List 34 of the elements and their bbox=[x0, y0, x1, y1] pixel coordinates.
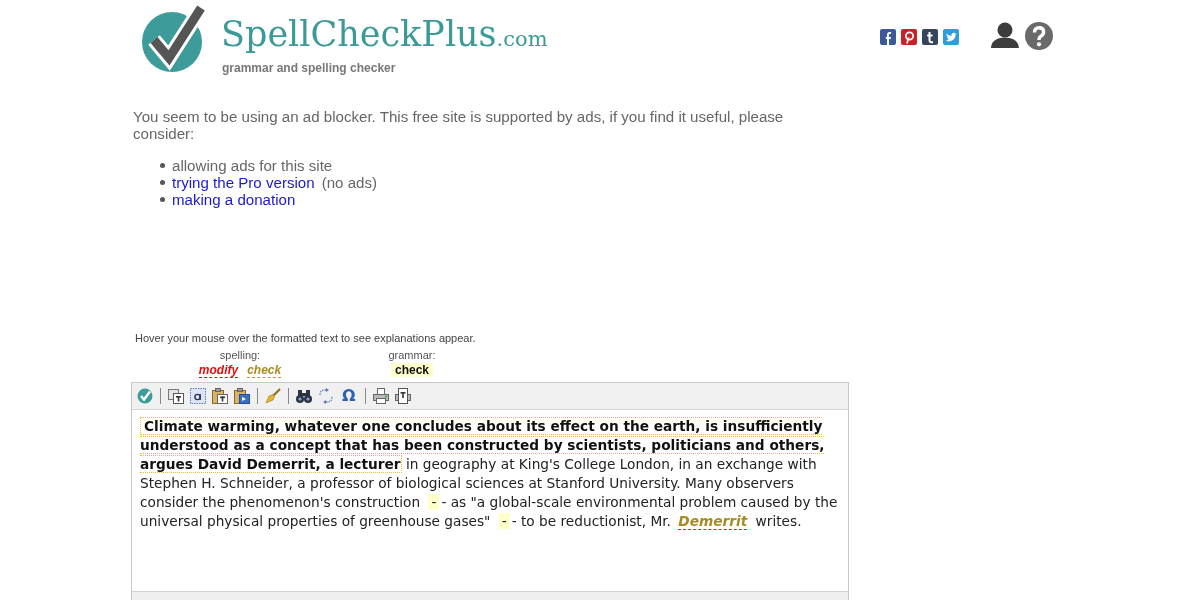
select-all-icon[interactable] bbox=[190, 388, 206, 404]
option-note: (no ads) bbox=[321, 174, 377, 191]
pinterest-icon[interactable] bbox=[901, 29, 917, 45]
binoculars-icon[interactable] bbox=[296, 388, 312, 404]
bullet-icon bbox=[160, 180, 165, 185]
legend-heading: spelling: bbox=[219, 349, 261, 362]
user-icon[interactable] bbox=[990, 22, 1020, 48]
legend-heading: grammar: bbox=[388, 349, 436, 362]
legend-sample: check bbox=[391, 363, 433, 377]
hover-hint: Hover your mouse over the formatted text to see explanations appear. bbox=[135, 331, 477, 345]
brush-icon[interactable] bbox=[265, 388, 281, 404]
replace-arrows-icon[interactable] bbox=[318, 388, 334, 404]
option-link[interactable]: making a donation bbox=[172, 191, 296, 208]
twitter-bird-icon[interactable] bbox=[943, 29, 959, 45]
ad-blocker-notice: You seem to be using an ad blocker. This free site is supported by ads, if you find it useful, please consider: bbox=[133, 108, 785, 142]
help-icon[interactable] bbox=[1025, 22, 1053, 50]
option-link[interactable]: trying the Pro version bbox=[172, 174, 315, 191]
facebook-icon[interactable] bbox=[880, 29, 896, 45]
site-tagline: grammar and spelling checker bbox=[222, 61, 396, 75]
print-preview-icon[interactable] bbox=[394, 388, 411, 404]
legend-sample: modify bbox=[198, 363, 239, 378]
printer-icon[interactable] bbox=[372, 388, 389, 404]
special-characters-button[interactable]: Ω bbox=[340, 387, 358, 405]
legend-sample: check bbox=[247, 363, 282, 378]
bullet-icon bbox=[160, 197, 165, 202]
text-editor[interactable]: Climate warming, whatever one concludes about its effect on the earth, is insufficiently understood as a concept that has been constructed by scientists, politicians and others, argues David Demerrit, a lecturer in geography at King's College London, in an exchange with Stephen H. Schneider, a professor of biological sciences at Stanford University. Many observers consider the phenomenon's construction - - as "a global-scale environmental problem caused by the universal physical properties of greenhouse gases" - - to be reductionist, Mr. Demerrit writes. bbox=[132, 410, 848, 591]
logo-checkmark-icon bbox=[141, 3, 207, 73]
check-circle-icon[interactable] bbox=[137, 388, 153, 404]
paste-icon[interactable] bbox=[212, 388, 228, 404]
option-text: allowing ads for this site bbox=[172, 157, 333, 174]
paste-special-icon[interactable] bbox=[234, 388, 250, 404]
bullet-icon bbox=[160, 163, 165, 168]
copy-icon[interactable] bbox=[168, 388, 184, 404]
tumblr-icon[interactable] bbox=[922, 29, 938, 45]
